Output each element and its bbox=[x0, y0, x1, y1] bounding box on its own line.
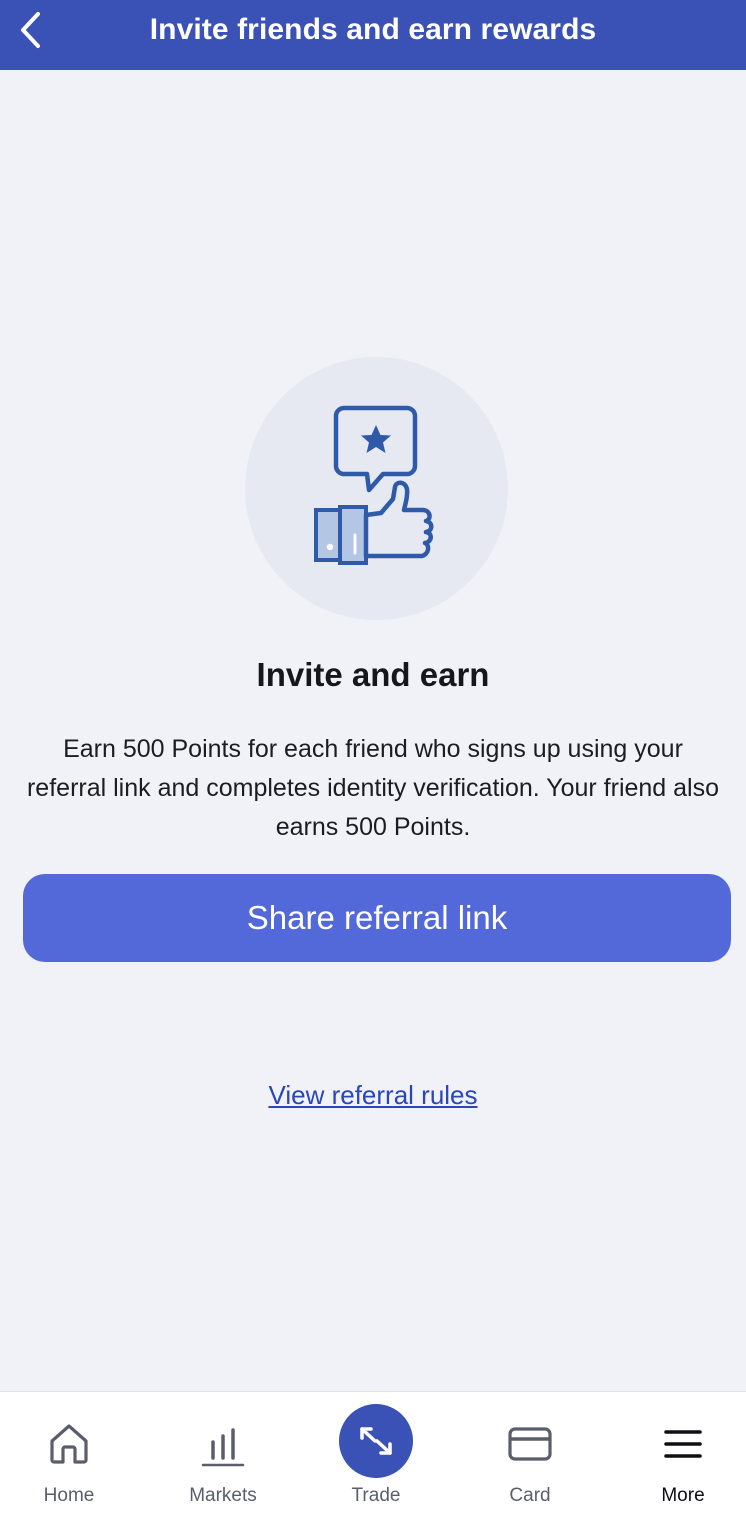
bar-chart-icon bbox=[201, 1428, 245, 1467]
trade-button[interactable] bbox=[339, 1404, 413, 1478]
tab-card-label: Card bbox=[509, 1485, 551, 1506]
thumbs-up-star-bubble-icon bbox=[314, 405, 434, 565]
credit-card-icon bbox=[508, 1427, 552, 1461]
tab-more[interactable]: More bbox=[608, 1392, 746, 1523]
tab-trade-label: Trade bbox=[351, 1485, 401, 1506]
menu-icon bbox=[664, 1430, 702, 1458]
tab-home[interactable]: Home bbox=[0, 1392, 144, 1523]
tab-markets-label: Markets bbox=[189, 1485, 257, 1506]
bottom-tab-bar: Home Markets Trade Card More bbox=[0, 1391, 746, 1523]
tab-card[interactable]: Card bbox=[455, 1392, 605, 1523]
swap-arrows-icon bbox=[360, 1427, 392, 1455]
hero-illustration bbox=[245, 357, 508, 620]
section-title: Invite and earn bbox=[256, 656, 490, 693]
share-referral-link-button[interactable]: Share referral link bbox=[23, 874, 731, 962]
view-referral-rules-link[interactable]: View referral rules bbox=[0, 1080, 746, 1111]
tab-trade[interactable]: Trade bbox=[301, 1392, 451, 1523]
back-button[interactable] bbox=[10, 10, 50, 50]
chevron-left-icon bbox=[21, 12, 40, 48]
top-app-bar: Invite friends and earn rewards bbox=[0, 0, 746, 70]
tab-home-label: Home bbox=[43, 1485, 95, 1506]
home-icon bbox=[50, 1424, 88, 1464]
tab-markets[interactable]: Markets bbox=[148, 1392, 298, 1523]
tab-more-label: More bbox=[661, 1485, 705, 1506]
referral-description: Earn 500 Points for each friend who sign… bbox=[26, 735, 720, 841]
page-title: Invite friends and earn rewards bbox=[149, 13, 597, 46]
